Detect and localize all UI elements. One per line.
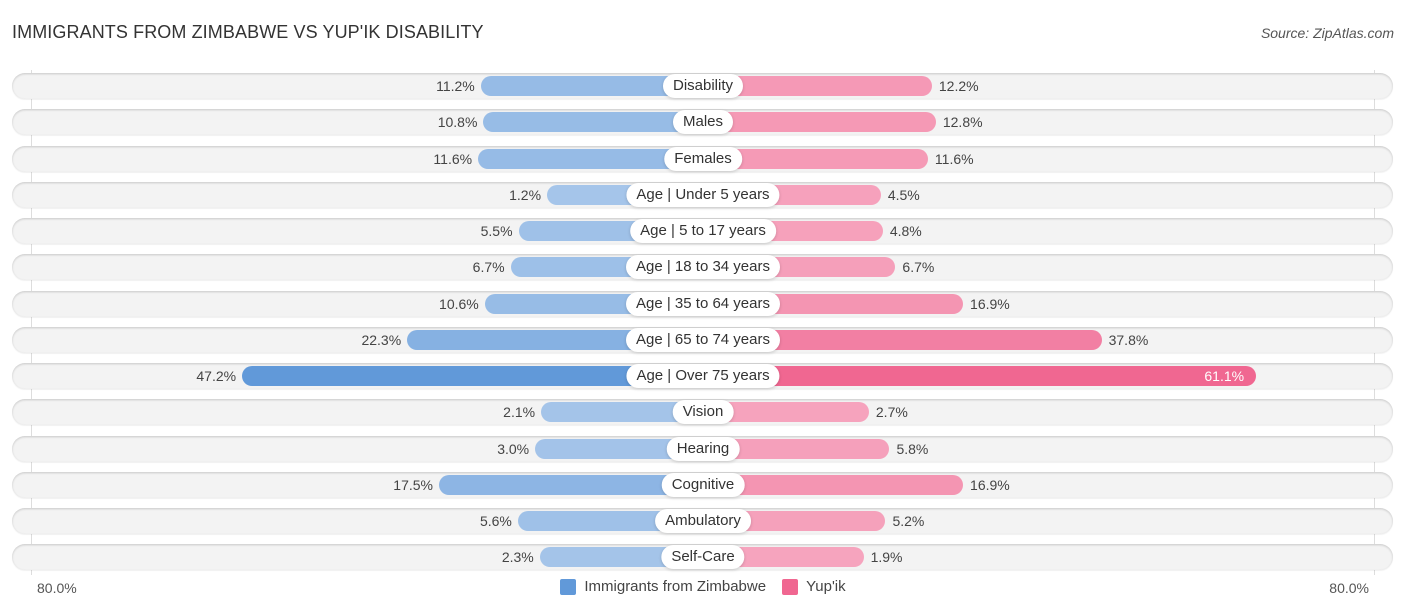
value-label-yupik: 16.9%	[970, 476, 1010, 493]
category-label: Age | 65 to 74 years	[626, 327, 780, 352]
value-label-yupik: 16.9%	[970, 295, 1010, 312]
category-label: Vision	[672, 400, 734, 425]
value-label-zimbabwe: 47.2%	[196, 368, 237, 384]
category-label: Age | 18 to 34 years	[626, 255, 780, 280]
category-label: Hearing	[666, 436, 740, 461]
category-label: Disability	[662, 74, 744, 98]
value-label-yupik: 12.8%	[942, 114, 983, 131]
legend-label-yupik: Yup'ik	[806, 578, 846, 595]
category-label: Males	[672, 110, 734, 135]
category-label: Age | Over 75 years	[626, 364, 780, 388]
value-label-zimbabwe: 5.5%	[480, 223, 513, 239]
legend-label-zimbabwe: Immigrants from Zimbabwe	[584, 578, 767, 595]
value-label-zimbabwe: 10.8%	[437, 114, 478, 131]
bar-zimbabwe[interactable]	[483, 112, 703, 133]
value-label-zimbabwe: 2.1%	[503, 404, 536, 421]
value-label-yupik: 4.8%	[889, 223, 922, 239]
value-label-zimbabwe: 5.6%	[479, 513, 512, 529]
category-label: Cognitive	[661, 472, 745, 497]
category-label: Age | Under 5 years	[626, 182, 780, 207]
value-label-zimbabwe: 22.3%	[361, 331, 402, 348]
bar-yupik[interactable]	[703, 112, 936, 133]
value-label-zimbabwe: 10.6%	[439, 295, 479, 312]
chart-title: IMMIGRANTS FROM ZIMBABWE VS YUP'IK DISAB…	[12, 22, 484, 42]
category-label: Age | 5 to 17 years	[630, 219, 776, 243]
value-label-yupik: 4.5%	[887, 186, 920, 203]
value-label-yupik: 6.7%	[902, 259, 935, 276]
value-label-yupik: 5.8%	[896, 440, 929, 457]
value-label-zimbabwe: 11.6%	[433, 150, 473, 167]
value-label-zimbabwe: 2.3%	[501, 549, 534, 566]
value-label-yupik: 1.9%	[870, 549, 903, 566]
value-label-zimbabwe: 6.7%	[472, 259, 505, 276]
value-label-yupik: 11.6%	[934, 150, 974, 167]
category-label: Self-Care	[661, 545, 745, 570]
legend-item-zimbabwe[interactable]: Immigrants from Zimbabwe	[560, 578, 766, 595]
category-label: Females	[664, 146, 742, 171]
category-label: Ambulatory	[655, 509, 751, 533]
value-label-yupik: 61.1%	[1204, 368, 1245, 384]
legend-item-yupik[interactable]: Yup'ik	[782, 578, 846, 595]
value-label-zimbabwe: 3.0%	[497, 440, 530, 457]
value-label-zimbabwe: 11.2%	[436, 78, 475, 94]
value-label-yupik: 2.7%	[875, 404, 908, 421]
value-label-yupik: 12.2%	[938, 78, 979, 94]
source-label: Source: ZipAtlas.com	[1260, 25, 1394, 41]
value-label-zimbabwe: 17.5%	[393, 476, 433, 493]
legend: Immigrants from Zimbabwe Yup'ik	[0, 578, 1406, 595]
value-label-zimbabwe: 1.2%	[509, 186, 542, 203]
bar-yupik[interactable]	[703, 366, 1257, 386]
value-label-yupik: 37.8%	[1108, 331, 1149, 348]
legend-swatch-yupik	[782, 578, 799, 595]
category-label: Age | 35 to 64 years	[626, 291, 780, 316]
value-label-yupik: 5.2%	[892, 513, 925, 529]
legend-swatch-zimbabwe	[560, 578, 577, 595]
